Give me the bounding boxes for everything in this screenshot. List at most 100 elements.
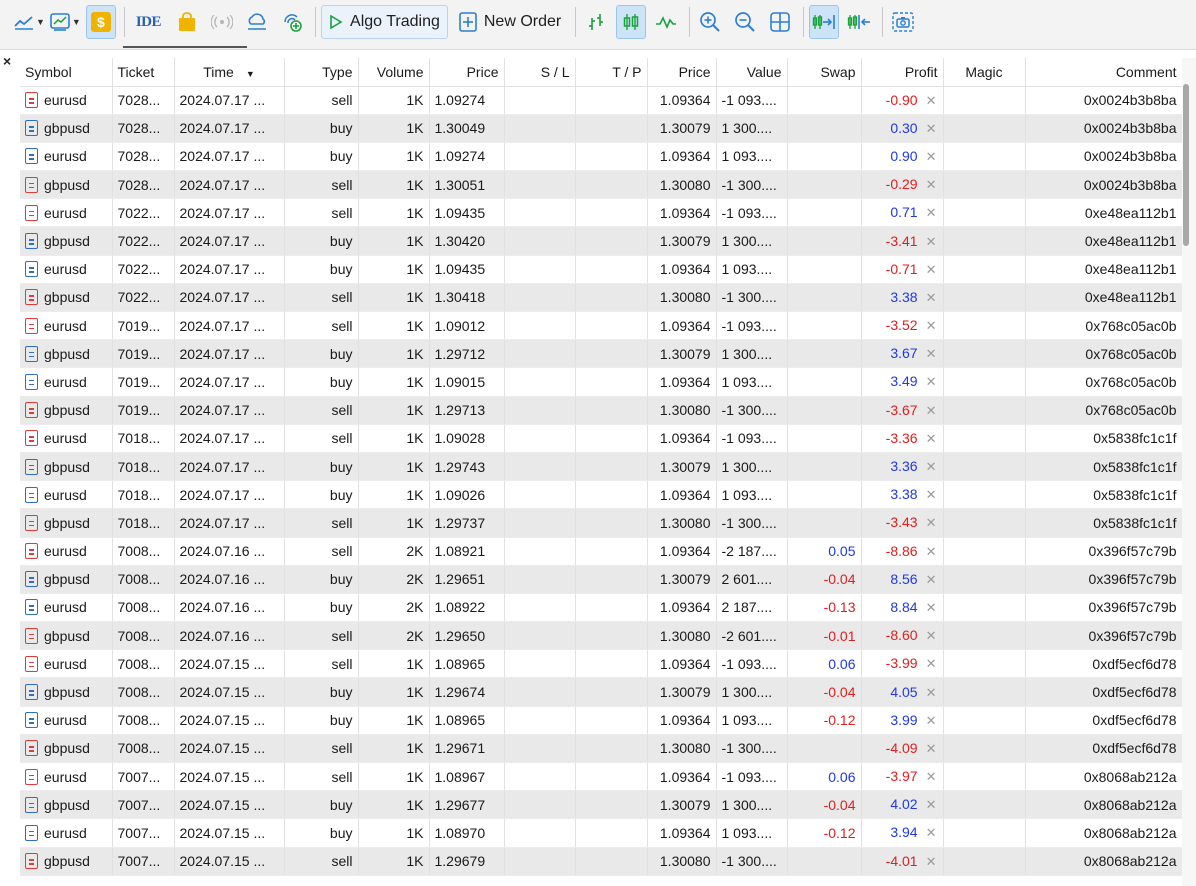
table-row[interactable]: eurusd 7022... 2024.07.17 ... sell 1K 1.09435… [20, 198, 1182, 228]
screenshot-button[interactable] [888, 5, 918, 39]
table-row[interactable]: eurusd 7018... 2024.07.17 ... sell 1K 1.09028… [20, 424, 1182, 453]
close-position-icon[interactable]: ✕ [926, 600, 937, 615]
close-position-icon[interactable]: ✕ [926, 544, 937, 559]
close-position-icon[interactable]: ✕ [926, 656, 937, 671]
scrollbar-thumb[interactable] [1183, 84, 1189, 246]
cell-sl[interactable] [504, 424, 576, 453]
zoom-out-button[interactable] [730, 5, 760, 39]
cell-sl[interactable] [504, 480, 576, 510]
ide-button[interactable]: IDE [130, 5, 167, 39]
col-header-ticket[interactable]: Ticket [112, 58, 175, 87]
close-position-icon[interactable]: ✕ [926, 403, 937, 418]
cell-sl[interactable] [504, 311, 576, 341]
cell-tp[interactable] [575, 480, 648, 510]
cell-sl[interactable] [504, 537, 576, 566]
bar-chart-button[interactable] [581, 5, 611, 39]
table-row[interactable]: gbpusd 7019... 2024.07.17 ... buy 1K 1.29712 1… [20, 339, 1182, 369]
col-header-time[interactable]: Time ▼ [174, 58, 285, 87]
cell-sl[interactable] [504, 452, 576, 482]
cell-tp[interactable] [575, 396, 648, 425]
table-row[interactable]: gbpusd 7022... 2024.07.17 ... buy 1K 1.30420 1… [20, 226, 1182, 256]
table-row[interactable]: gbpusd 7028... 2024.07.17 ... buy 1K 1.30049 1… [20, 114, 1182, 143]
cell-tp[interactable] [575, 367, 648, 397]
close-position-icon[interactable]: ✕ [926, 854, 937, 869]
tile-windows-button[interactable] [765, 5, 795, 39]
cell-sl[interactable] [504, 649, 576, 679]
cell-tp[interactable] [575, 649, 648, 679]
line-chart-button[interactable] [651, 5, 681, 39]
col-header-volume[interactable]: Volume [358, 58, 430, 87]
cell-tp[interactable] [575, 508, 648, 538]
cell-tp[interactable] [575, 818, 648, 848]
cell-sl[interactable] [504, 198, 576, 228]
close-position-icon[interactable]: ✕ [926, 628, 937, 643]
cell-tp[interactable] [575, 790, 648, 820]
close-position-icon[interactable]: ✕ [926, 459, 937, 474]
cell-tp[interactable] [575, 565, 648, 594]
table-row[interactable]: gbpusd 7018... 2024.07.17 ... buy 1K 1.29743 1… [20, 452, 1182, 482]
table-row[interactable]: gbpusd 7008... 2024.07.15 ... buy 1K 1.29674 1… [20, 677, 1182, 707]
table-row[interactable]: eurusd 7008... 2024.07.16 ... sell 2K 1.08921… [20, 537, 1182, 566]
cell-sl[interactable] [504, 677, 576, 707]
zoom-in-button[interactable] [695, 5, 725, 39]
cell-sl[interactable] [504, 226, 576, 256]
cell-tp[interactable] [575, 537, 648, 566]
cell-tp[interactable] [575, 339, 648, 369]
cell-sl[interactable] [504, 367, 576, 397]
cell-tp[interactable] [575, 283, 648, 313]
close-position-icon[interactable]: ✕ [926, 290, 937, 305]
cell-sl[interactable] [504, 283, 576, 313]
close-position-icon[interactable]: ✕ [926, 713, 937, 728]
cell-tp[interactable] [575, 311, 648, 341]
table-row[interactable]: eurusd 7007... 2024.07.15 ... sell 1K 1.08967… [20, 762, 1182, 792]
close-position-icon[interactable]: ✕ [926, 177, 937, 192]
close-position-icon[interactable]: ✕ [926, 262, 937, 277]
cell-tp[interactable] [575, 706, 648, 735]
table-row[interactable]: eurusd 7008... 2024.07.15 ... buy 1K 1.08965 1… [20, 706, 1182, 735]
cell-sl[interactable] [504, 818, 576, 848]
auto-scroll-button[interactable] [809, 5, 840, 39]
close-position-icon[interactable]: ✕ [926, 572, 937, 587]
table-row[interactable]: gbpusd 7008... 2024.07.16 ... buy 2K 1.29651 1… [20, 565, 1182, 594]
cell-tp[interactable] [575, 170, 648, 200]
cell-sl[interactable] [504, 706, 576, 735]
close-position-icon[interactable]: ✕ [926, 346, 937, 361]
close-position-icon[interactable]: ✕ [926, 741, 937, 756]
chart-shift-button[interactable] [844, 5, 874, 39]
cell-sl[interactable] [504, 396, 576, 425]
cell-tp[interactable] [575, 593, 648, 623]
cell-sl[interactable] [504, 734, 576, 764]
cell-tp[interactable] [575, 847, 648, 876]
signals-button[interactable] [207, 5, 237, 39]
col-header-tp[interactable]: T / P [575, 58, 648, 87]
close-position-icon[interactable]: ✕ [926, 685, 937, 700]
cell-sl[interactable] [504, 621, 576, 651]
col-header-price[interactable]: Price [429, 58, 505, 87]
cell-sl[interactable] [504, 114, 576, 143]
col-header-current-price[interactable]: Price [647, 58, 717, 87]
close-position-icon[interactable]: ✕ [926, 769, 937, 784]
table-row[interactable]: gbpusd 7028... 2024.07.17 ... sell 1K 1.30051… [20, 170, 1182, 200]
cell-tp[interactable] [575, 198, 648, 228]
close-position-icon[interactable]: ✕ [926, 121, 937, 136]
close-position-icon[interactable]: ✕ [926, 431, 937, 446]
close-position-icon[interactable]: ✕ [926, 374, 937, 389]
col-header-magic[interactable]: Magic [943, 58, 1026, 87]
cell-sl[interactable] [504, 565, 576, 594]
cell-sl[interactable] [504, 847, 576, 876]
cell-tp[interactable] [575, 424, 648, 453]
cell-tp[interactable] [575, 114, 648, 143]
cell-tp[interactable] [575, 734, 648, 764]
close-position-icon[interactable]: ✕ [926, 825, 937, 840]
cell-sl[interactable] [504, 170, 576, 200]
cell-tp[interactable] [575, 86, 648, 115]
cell-sl[interactable] [504, 790, 576, 820]
cell-tp[interactable] [575, 762, 648, 792]
cell-sl[interactable] [504, 255, 576, 284]
vps-button[interactable] [277, 5, 307, 39]
cell-tp[interactable] [575, 452, 648, 482]
table-row[interactable]: gbpusd 7022... 2024.07.17 ... sell 1K 1.30418… [20, 283, 1182, 313]
candlestick-chart-button[interactable] [616, 5, 647, 39]
col-header-value[interactable]: Value [716, 58, 788, 87]
cell-tp[interactable] [575, 142, 648, 172]
